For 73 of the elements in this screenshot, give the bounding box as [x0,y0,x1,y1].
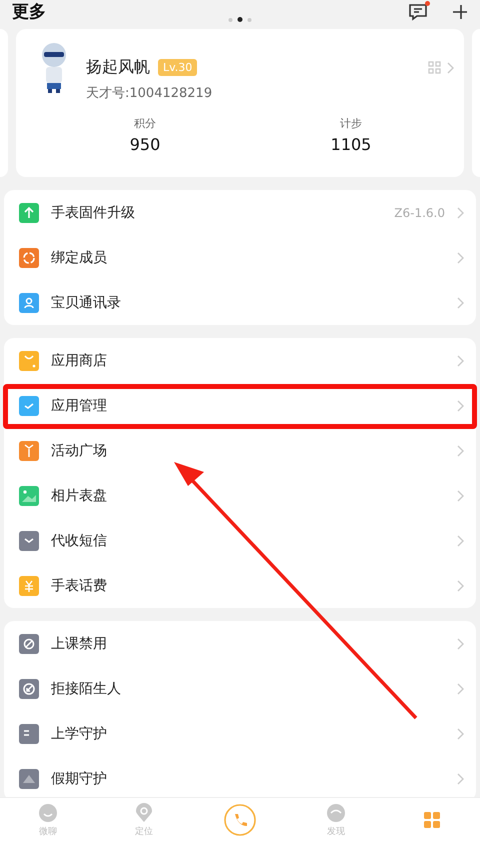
menu-item[interactable]: 宝贝通讯录 [4,280,476,325]
chevron-icon [457,296,464,308]
person-icon [19,292,39,312]
building-icon [19,724,39,744]
chevron-icon [457,400,464,412]
menu-label: 绑定成员 [51,248,108,266]
stat-value: 950 [130,135,160,154]
menu-item[interactable]: 活动广场 [4,428,476,473]
gift-icon [19,440,39,460]
menu-label: 手表固件升级 [51,204,136,222]
menu-label: 代收短信 [51,532,108,550]
chevron-icon [447,62,454,74]
user-id: 天才号:1004128219 [86,85,214,102]
profile-card[interactable]: 扬起风帆 Lv.30 天才号:1004128219 积分 950 计步 1105 [16,29,464,177]
chevron-icon [457,444,464,456]
reject-icon [19,678,39,698]
phone-icon [224,804,256,836]
check-icon [19,396,39,416]
page-title: 更多 [12,1,46,23]
menu-item[interactable]: 拒接陌生人 [4,666,476,711]
menu-label: 应用商店 [51,352,108,370]
bag-icon [19,350,39,370]
menu-item[interactable]: 应用商店 [4,338,476,383]
menu-label: 假期守护 [51,770,108,788]
smile-icon [38,802,58,822]
menu-item[interactable]: 绑定成员 [4,235,476,280]
menu-label: 宝贝通讯录 [51,294,122,312]
menu-item[interactable]: 上学守护 [4,711,476,756]
chevron-icon [457,772,464,784]
menu-label: 应用管理 [51,396,108,414]
menu-item[interactable]: 手表固件升级 Z6-1.6.0 [4,190,476,235]
grid-icon [422,810,442,830]
menu-label: 上学守护 [51,724,108,742]
yuan-icon [19,576,39,596]
version-text: Z6-1.6.0 [394,206,445,220]
stat-value: 1105 [330,135,372,154]
message-button[interactable] [408,2,428,20]
chevron-icon [457,534,464,546]
level-badge: Lv.30 [158,59,198,76]
chevron-icon [457,682,464,694]
qr-code-icon [428,61,441,74]
menu-label: 相片表盘 [51,486,108,504]
menu-label: 手表话费 [51,576,108,594]
add-button[interactable] [452,4,468,20]
menu-item[interactable]: 上课禁用 [4,621,476,666]
upload-icon [19,202,39,222]
image-icon [19,486,39,506]
forbidden-icon [19,634,39,654]
chevron-icon [457,206,464,218]
chevron-icon [457,252,464,264]
user-name: 扬起风帆 [86,57,150,78]
menu-label: 上课禁用 [51,634,108,652]
chevron-icon [457,354,464,366]
chevron-icon [457,490,464,502]
menu-label: 活动广场 [51,442,108,460]
menu-item[interactable]: 相片表盘 [4,473,476,518]
menu-item[interactable]: 应用管理 [4,383,476,428]
envelope-icon [19,530,39,550]
avatar-drawing [42,43,66,93]
chevron-icon [457,580,464,592]
message-icon [408,2,428,20]
mountain-icon [19,768,39,788]
chevron-icon [457,638,464,650]
eye-icon [326,802,346,822]
stat-label: 积分 [134,116,156,131]
chevron-icon [457,728,464,740]
menu-item[interactable]: 代收短信 [4,518,476,563]
plus-icon [452,4,468,20]
menu-item[interactable]: 假期守护 [4,756,476,797]
menu-label: 拒接陌生人 [51,680,122,698]
menu-item[interactable]: 手表话费 [4,563,476,608]
location-icon [134,802,154,822]
stat-label: 计步 [340,116,362,131]
